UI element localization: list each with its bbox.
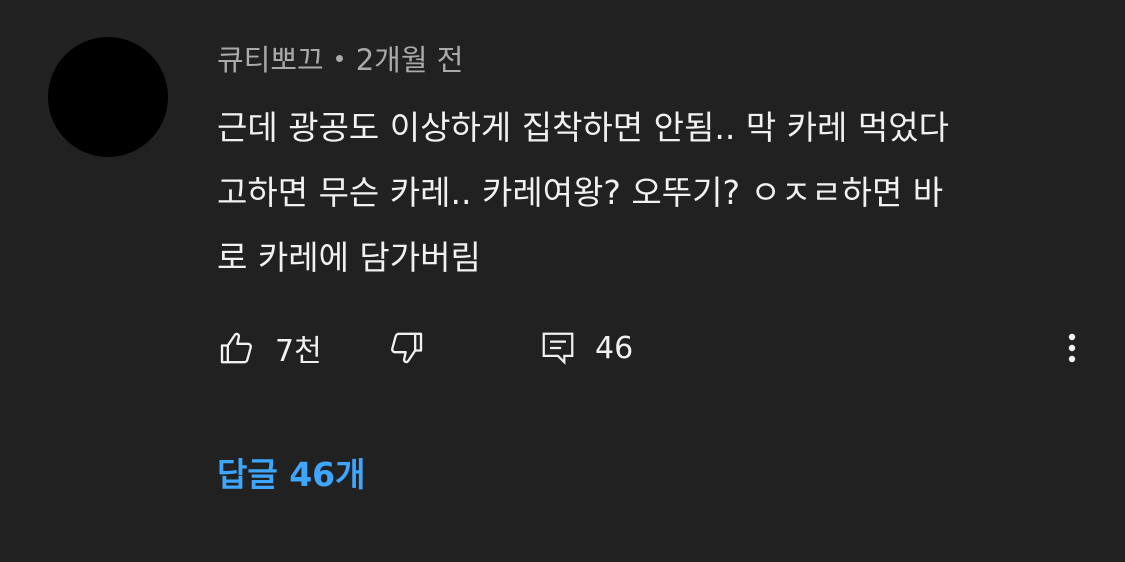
thumbs-up-icon [217,328,257,368]
like-button[interactable]: 7천 [217,320,322,376]
comment-text: 근데 광공도 이상하게 집착하면 안됨.. 막 카레 먹었다 고하면 무슨 카레… [217,95,1097,290]
like-count: 7천 [275,334,322,369]
view-replies-link[interactable]: 답글 46개 [217,446,366,498]
dislike-button[interactable] [386,320,426,376]
comment-header: 큐티뽀끄 2개월 전 [217,38,463,78]
comment-line: 고하면 무슨 카레.. 카레여왕? 오뚜기? ㅇㅈㄹ하면 바 [217,173,944,212]
reply-button[interactable]: 46 [539,320,633,376]
more-options-button[interactable] [1052,320,1092,376]
comment-icon [539,328,577,368]
comment-line: 근데 광공도 이상하게 집착하면 안됨.. 막 카레 먹었다 [217,108,949,147]
comment-actions: 7천 46 [0,320,1125,376]
comment-time[interactable]: 2개월 전 [356,37,464,79]
reply-count: 46 [595,330,634,366]
separator-dot [335,54,343,62]
more-vert-icon [1067,328,1077,368]
thumbs-down-icon [386,328,426,368]
author-name[interactable]: 큐티뽀끄 [217,37,324,79]
comment-line: 로 카레에 담가버림 [217,238,481,277]
avatar[interactable] [48,37,168,157]
